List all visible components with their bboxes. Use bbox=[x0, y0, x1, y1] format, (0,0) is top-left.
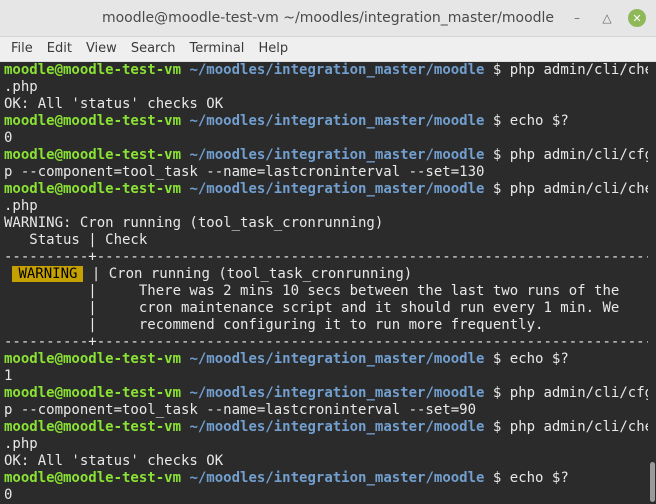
output-line: 0 bbox=[4, 130, 13, 146]
menu-file[interactable]: File bbox=[4, 37, 40, 61]
command-text: echo $? bbox=[501, 351, 569, 367]
command-continuation: p --component=tool_task --name=lastcroni… bbox=[4, 164, 485, 180]
output-line: | There was 2 mins 10 secs between the l… bbox=[4, 283, 620, 299]
command-text: php admin/cli/checks bbox=[509, 181, 648, 197]
menu-edit[interactable]: Edit bbox=[40, 37, 79, 61]
prompt-path: ~/moodles/integration_master/moodle bbox=[189, 113, 485, 129]
prompt-line: moodle@moodle-test-vm ~/moodles/integrat… bbox=[4, 351, 648, 368]
output-line: | cron maintenance script and it should … bbox=[4, 300, 620, 316]
command-text: php admin/cli/checks bbox=[509, 419, 648, 435]
output-line: 0 bbox=[4, 487, 13, 503]
window-controls: – △ ✕ bbox=[568, 9, 646, 27]
terminal-output[interactable]: moodle@moodle-test-vm ~/moodles/integrat… bbox=[0, 62, 648, 504]
prompt-path: ~/moodles/integration_master/moodle bbox=[189, 351, 485, 367]
prompt-path: ~/moodles/integration_master/moodle bbox=[189, 470, 485, 486]
command-text: php admin/cli/cfg.ph bbox=[509, 147, 648, 163]
command-continuation: .php bbox=[4, 79, 38, 95]
output-separator: ----------+-----------------------------… bbox=[4, 334, 648, 350]
output-line: 1 bbox=[4, 368, 13, 384]
prompt-user: moodle@moodle-test-vm bbox=[4, 181, 182, 197]
warning-badge: WARNING bbox=[12, 266, 84, 282]
prompt-user: moodle@moodle-test-vm bbox=[4, 62, 182, 78]
prompt-path: ~/moodles/integration_master/moodle bbox=[189, 385, 485, 401]
prompt-path: ~/moodles/integration_master/moodle bbox=[189, 419, 485, 435]
output-line: OK: All 'status' checks OK bbox=[4, 96, 224, 112]
command-text: echo $? bbox=[501, 470, 569, 486]
output-text: | Cron running (tool_task_cronrunning) bbox=[83, 266, 413, 282]
minimize-icon[interactable]: – bbox=[568, 9, 586, 27]
menu-terminal[interactable]: Terminal bbox=[182, 37, 251, 61]
output-separator: ----------+-----------------------------… bbox=[4, 249, 648, 265]
command-continuation: .php bbox=[4, 436, 38, 452]
output-line: OK: All 'status' checks OK bbox=[4, 453, 224, 469]
prompt-path: ~/moodles/integration_master/moodle bbox=[189, 181, 485, 197]
command-continuation: p --component=tool_task --name=lastcroni… bbox=[4, 402, 477, 418]
prompt-line: moodle@moodle-test-vm ~/moodles/integrat… bbox=[4, 181, 648, 198]
warning-row: WARNING | Cron running (tool_task_cronru… bbox=[4, 266, 648, 283]
title-bar[interactable]: moodle@moodle-test-vm ~/moodles/integrat… bbox=[0, 0, 656, 37]
prompt-line: moodle@moodle-test-vm ~/moodles/integrat… bbox=[4, 113, 648, 130]
prompt-line: moodle@moodle-test-vm ~/moodles/integrat… bbox=[4, 62, 648, 79]
prompt-path: ~/moodles/integration_master/moodle bbox=[189, 147, 485, 163]
prompt-line: moodle@moodle-test-vm ~/moodles/integrat… bbox=[4, 419, 648, 436]
prompt-line: moodle@moodle-test-vm ~/moodles/integrat… bbox=[4, 385, 648, 402]
menu-bar: File Edit View Search Terminal Help bbox=[0, 37, 656, 62]
command-continuation: .php bbox=[4, 198, 38, 214]
output-line: | recommend configuring it to run more f… bbox=[4, 317, 544, 333]
prompt-user: moodle@moodle-test-vm bbox=[4, 147, 182, 163]
command-text: php admin/cli/checks bbox=[509, 62, 648, 78]
menu-view[interactable]: View bbox=[79, 37, 124, 61]
prompt-user: moodle@moodle-test-vm bbox=[4, 470, 182, 486]
window-title: moodle@moodle-test-vm ~/moodles/integrat… bbox=[101, 10, 555, 26]
command-text: php admin/cli/cfg.ph bbox=[509, 385, 648, 401]
maximize-icon[interactable]: △ bbox=[598, 9, 616, 27]
prompt-user: moodle@moodle-test-vm bbox=[4, 385, 182, 401]
prompt-user: moodle@moodle-test-vm bbox=[4, 351, 182, 367]
prompt-line: moodle@moodle-test-vm ~/moodles/integrat… bbox=[4, 470, 648, 487]
menu-search[interactable]: Search bbox=[124, 37, 183, 61]
prompt-path: ~/moodles/integration_master/moodle bbox=[189, 62, 485, 78]
scrollbar[interactable] bbox=[648, 62, 656, 504]
prompt-user: moodle@moodle-test-vm bbox=[4, 419, 182, 435]
output-line: WARNING: Cron running (tool_task_cronrun… bbox=[4, 215, 384, 231]
output-line: Status | Check bbox=[4, 232, 148, 248]
command-text: echo $? bbox=[501, 113, 569, 129]
close-icon[interactable]: ✕ bbox=[628, 9, 646, 27]
scrollbar-thumb[interactable] bbox=[650, 462, 655, 502]
prompt-line: moodle@moodle-test-vm ~/moodles/integrat… bbox=[4, 147, 648, 164]
menu-help[interactable]: Help bbox=[251, 37, 295, 61]
terminal-window: moodle@moodle-test-vm ~/moodles/integrat… bbox=[0, 0, 656, 504]
prompt-user: moodle@moodle-test-vm bbox=[4, 113, 182, 129]
